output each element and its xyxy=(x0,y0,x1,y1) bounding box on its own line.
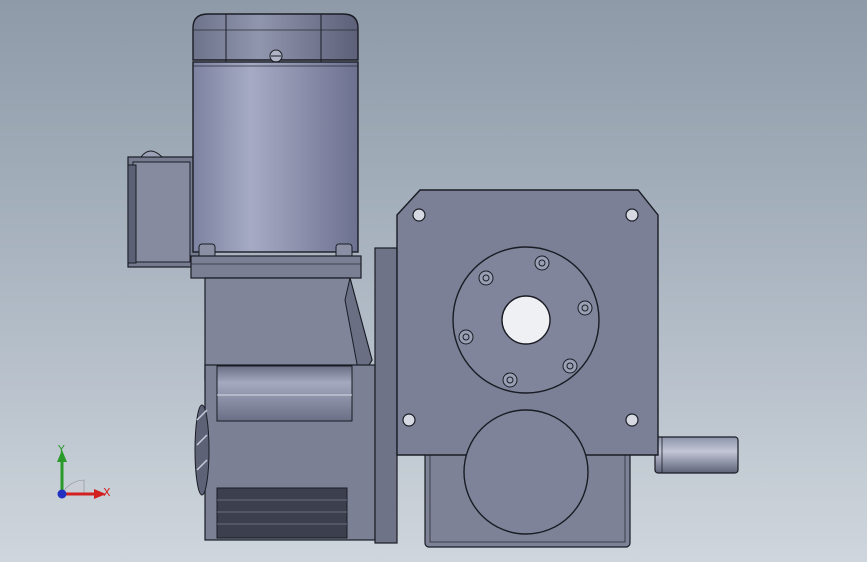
motor-body[interactable] xyxy=(192,61,359,259)
mounting-hole-icon xyxy=(402,413,416,427)
gear-cover xyxy=(463,409,589,535)
mounting-hole-icon xyxy=(625,208,639,222)
motor-flange[interactable] xyxy=(190,255,373,382)
mounting-hole-icon xyxy=(625,413,639,427)
x-axis-label: X xyxy=(103,486,111,499)
cad-viewport[interactable]: X Y xyxy=(0,0,867,562)
motor-end-cap[interactable] xyxy=(192,13,359,63)
gearbox-housing-left[interactable] xyxy=(194,364,376,541)
bore-hole-icon xyxy=(501,295,551,345)
connector-plate[interactable] xyxy=(374,247,398,544)
junction-box[interactable] xyxy=(127,150,201,268)
z-axis-dot-icon xyxy=(57,489,67,499)
mounting-hole-icon xyxy=(412,208,426,222)
gear-motor-model[interactable] xyxy=(0,0,867,562)
output-shaft[interactable] xyxy=(654,436,739,474)
y-axis-label: Y xyxy=(58,443,65,456)
